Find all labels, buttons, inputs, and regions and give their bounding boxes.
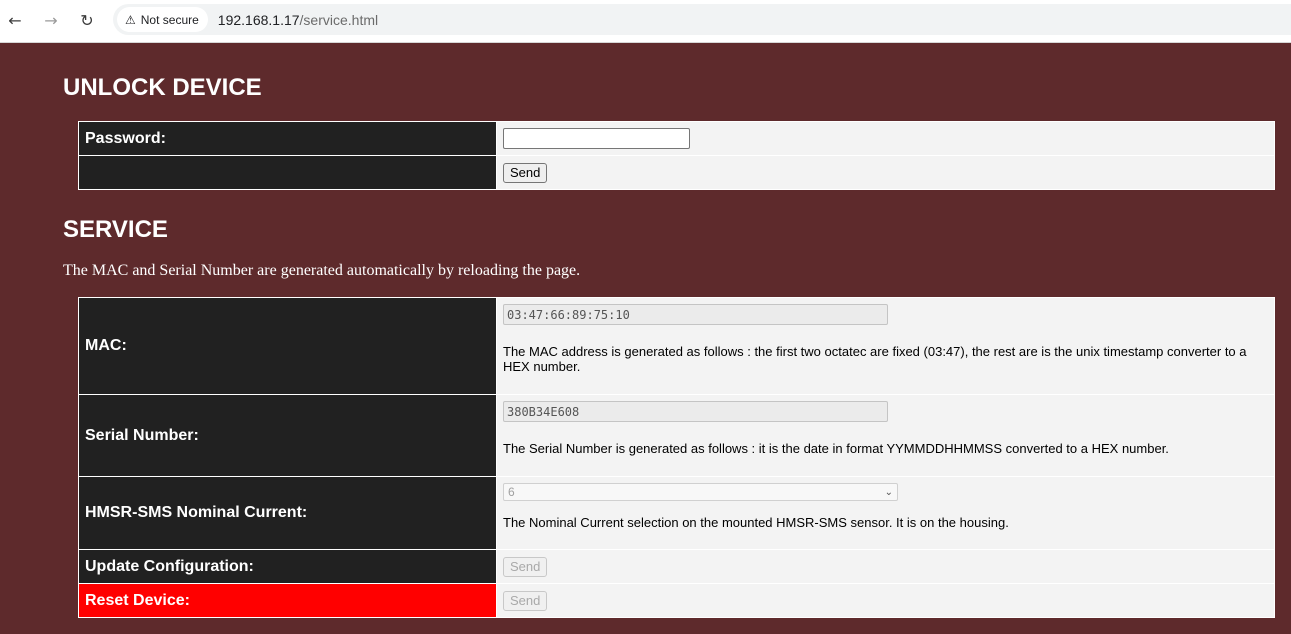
unlock-send-cell: Send — [496, 155, 1275, 190]
reset-send-button[interactable]: Send — [503, 590, 548, 611]
update-row: Update Configuration: Send — [78, 549, 1275, 584]
mac-label: MAC: — [78, 297, 497, 395]
forward-arrow-icon[interactable]: → — [40, 9, 62, 31]
service-heading: SERVICE — [63, 216, 168, 243]
reset-cell: Send — [496, 583, 1275, 618]
url-host: 192.168.1.17 — [217, 11, 300, 28]
current-help-text: The Nominal Current selection on the mou… — [503, 515, 1009, 530]
reset-row: Reset Device: Send — [78, 583, 1275, 618]
nominal-current-select[interactable]: 6 ⌄ — [503, 483, 898, 501]
mac-cell: 03:47:66:89:75:10 The MAC address is gen… — [496, 297, 1275, 395]
serial-label: Serial Number: — [78, 394, 497, 477]
reset-label: Reset Device: — [78, 583, 497, 618]
unlock-send-button[interactable]: Send — [503, 162, 548, 183]
unlock-table: Password: Send — [78, 121, 1275, 190]
empty-label-cell — [78, 155, 497, 190]
password-input[interactable] — [503, 128, 690, 149]
password-cell — [496, 121, 1275, 156]
unlock-send-row: Send — [78, 155, 1275, 190]
url-path: /service.html — [299, 11, 379, 28]
mac-help-text: The MAC address is generated as follows … — [503, 344, 1247, 374]
chevron-down-icon: ⌄ — [884, 486, 893, 498]
current-cell: 6 ⌄ The Nominal Current selection on the… — [496, 476, 1275, 550]
unlock-heading: UNLOCK DEVICE — [63, 74, 262, 101]
nominal-current-value: 6 — [508, 485, 515, 499]
current-label: HMSR-SMS Nominal Current: — [78, 476, 497, 550]
service-description: The MAC and Serial Number are generated … — [63, 262, 581, 279]
update-send-button[interactable]: Send — [503, 556, 548, 577]
serial-field[interactable]: 380B34E608 — [503, 401, 888, 422]
reload-icon[interactable]: ↻ — [76, 9, 98, 31]
serial-help-text: The Serial Number is generated as follow… — [503, 441, 1169, 456]
mac-field[interactable]: 03:47:66:89:75:10 — [503, 304, 888, 325]
password-label: Password: — [78, 121, 497, 156]
update-cell: Send — [496, 549, 1275, 584]
url-text[interactable]: 192.168.1.17/service.html — [218, 12, 378, 28]
warning-icon: ⚠ — [125, 12, 136, 27]
address-bar[interactable]: ⚠ Not secure 192.168.1.17/service.html — [113, 4, 1291, 35]
update-label: Update Configuration: — [78, 549, 497, 584]
service-table: MAC: 03:47:66:89:75:10 The MAC address i… — [78, 297, 1275, 618]
serial-row: Serial Number: 380B34E608 The Serial Num… — [78, 394, 1275, 477]
security-chip[interactable]: ⚠ Not secure — [117, 7, 208, 32]
current-row: HMSR-SMS Nominal Current: 6 ⌄ The Nomina… — [78, 476, 1275, 550]
serial-cell: 380B34E608 The Serial Number is generate… — [496, 394, 1275, 477]
password-row: Password: — [78, 121, 1275, 156]
back-arrow-icon[interactable]: ← — [4, 9, 26, 31]
browser-toolbar: ← → ↻ ⚠ Not secure 192.168.1.17/service.… — [0, 0, 1291, 43]
mac-row: MAC: 03:47:66:89:75:10 The MAC address i… — [78, 297, 1275, 395]
security-label: Not secure — [140, 12, 199, 27]
